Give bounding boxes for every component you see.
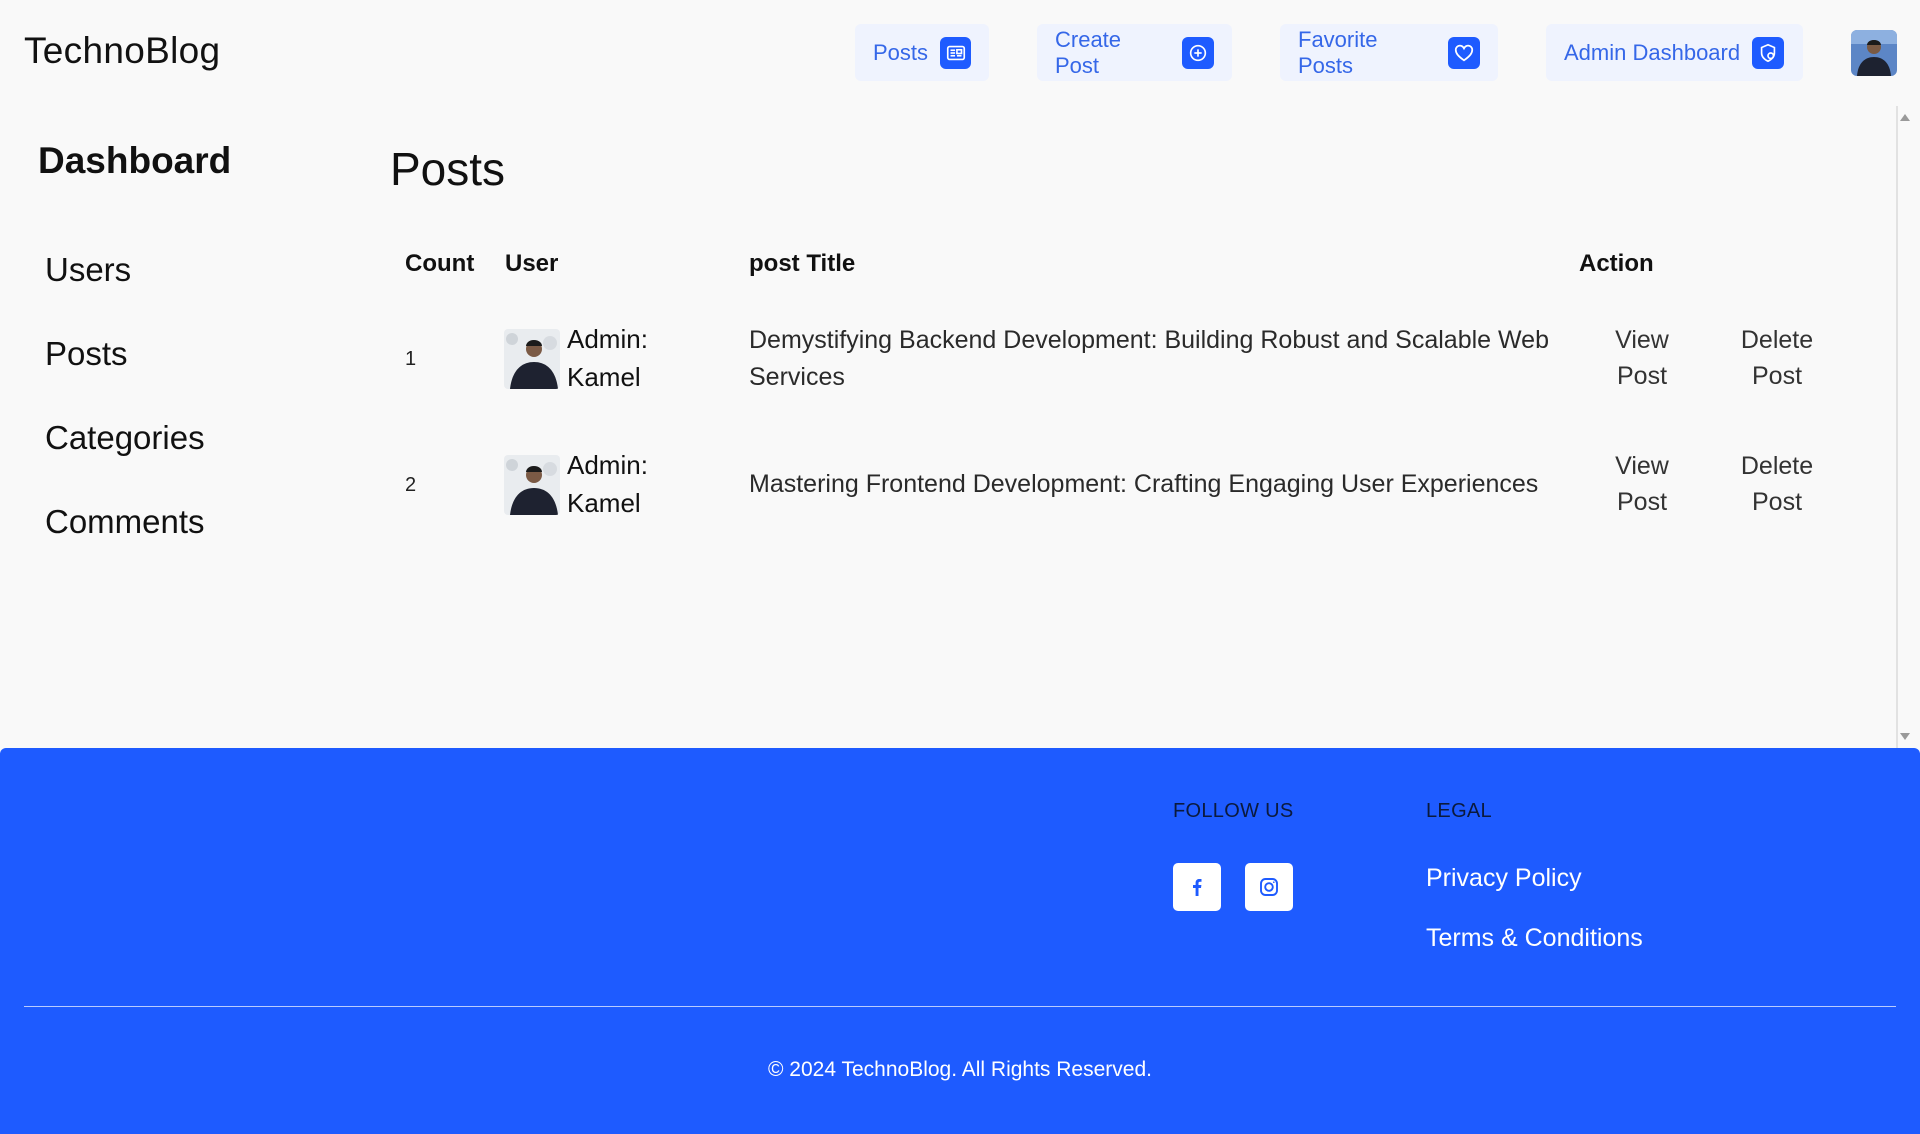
sidebar-title: Dashboard xyxy=(38,140,232,181)
scrollbar[interactable] xyxy=(1896,106,1920,748)
nav-create-post-label: Create Post xyxy=(1055,26,1122,78)
scroll-down-arrow-icon[interactable] xyxy=(1900,733,1910,740)
follow-us-heading: FOLLOW US xyxy=(1173,800,1294,822)
heart-icon xyxy=(1448,36,1480,69)
admin-gear-icon xyxy=(1752,36,1785,69)
delete-post-label-2: Post xyxy=(1751,362,1803,390)
delete-post-button[interactable]: Delete Post xyxy=(1732,322,1822,394)
delete-post-label-1: Delete xyxy=(1740,326,1814,354)
nav-posts-label: Posts xyxy=(873,39,929,65)
footer: FOLLOW US LEGAL Privacy Policy Terms & C… xyxy=(0,748,1920,1134)
brand-logo[interactable]: TechnoBlog xyxy=(24,30,220,72)
row-user-role: Admin: xyxy=(567,324,648,354)
sidebar-item-posts[interactable]: Posts xyxy=(45,335,128,373)
terms-conditions-link[interactable]: Terms & Conditions xyxy=(1426,924,1643,953)
nav-admin-dashboard-label: Admin Dashboard xyxy=(1564,39,1741,65)
column-header-count: Count xyxy=(405,250,475,277)
legal-heading: LEGAL xyxy=(1426,800,1492,822)
avatar xyxy=(504,455,560,515)
footer-divider xyxy=(24,1006,1896,1007)
view-post-label-1: View xyxy=(1615,326,1669,354)
view-post-label-2: Post xyxy=(1616,488,1668,516)
user-avatar[interactable] xyxy=(1851,30,1897,76)
delete-post-button[interactable]: Delete Post xyxy=(1732,448,1822,520)
nav-favorite-posts-label: Favorite Posts xyxy=(1298,26,1378,78)
delete-post-label-1: Delete xyxy=(1740,452,1814,480)
row-count: 1 xyxy=(405,348,417,370)
facebook-icon[interactable] xyxy=(1173,863,1221,911)
nav-favorite-posts-button[interactable]: Favorite Posts xyxy=(1280,24,1498,81)
plus-circle-icon xyxy=(1182,36,1214,69)
view-post-label-1: View xyxy=(1615,452,1669,480)
avatar xyxy=(504,329,560,389)
instagram-icon[interactable] xyxy=(1245,863,1293,911)
newspaper-icon xyxy=(940,36,971,69)
sidebar-item-comments[interactable]: Comments xyxy=(45,503,205,541)
nav-create-post-button[interactable]: Create Post xyxy=(1037,24,1232,81)
top-navbar: TechnoBlog Posts Create Post Favorite Po… xyxy=(0,0,1920,106)
view-post-button[interactable]: View Post xyxy=(1597,448,1687,520)
scrollbar-rail xyxy=(1896,106,1898,748)
copyright-text: © 2024 TechnoBlog. All Rights Reserved. xyxy=(768,1058,1152,1081)
column-header-post-title: post Title xyxy=(749,250,856,277)
column-header-user: User xyxy=(505,250,559,277)
nav-posts-button[interactable]: Posts xyxy=(855,24,989,81)
privacy-policy-link[interactable]: Privacy Policy xyxy=(1426,864,1582,893)
row-post-title: Mastering Frontend Development: Crafting… xyxy=(749,470,1539,498)
view-post-label-2: Post xyxy=(1616,362,1668,390)
row-post-title: Demystifying Backend Development: Buildi… xyxy=(749,326,1549,391)
row-user-name: Kamel xyxy=(567,362,641,392)
sidebar-item-categories[interactable]: Categories xyxy=(45,419,205,457)
row-user-name: Kamel xyxy=(567,488,641,518)
scroll-up-arrow-icon[interactable] xyxy=(1900,114,1910,121)
delete-post-label-2: Post xyxy=(1751,488,1803,516)
row-user-role: Admin: xyxy=(567,450,648,480)
view-post-button[interactable]: View Post xyxy=(1597,322,1687,394)
nav-admin-dashboard-button[interactable]: Admin Dashboard xyxy=(1546,24,1803,81)
column-header-action: Action xyxy=(1579,250,1654,277)
row-count: 2 xyxy=(405,474,417,496)
sidebar-item-users[interactable]: Users xyxy=(45,251,131,289)
page-title: Posts xyxy=(390,143,506,195)
